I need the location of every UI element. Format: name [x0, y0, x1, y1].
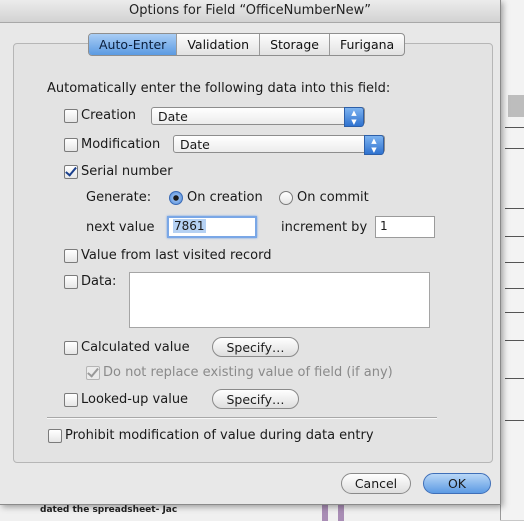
prohibit-modification-label: Prohibit modification of value during da… [65, 428, 374, 443]
tab-storage[interactable]: Storage [260, 34, 330, 55]
serial-number-label: Serial number [81, 164, 173, 179]
next-value-input[interactable]: 7861 [167, 216, 257, 238]
modification-checkbox[interactable] [64, 138, 78, 152]
creation-checkbox[interactable] [64, 109, 78, 123]
serial-number-checkbox[interactable] [64, 165, 78, 179]
increment-label: increment by [281, 220, 368, 235]
background-header-cell [508, 95, 524, 117]
on-commit-radio[interactable] [279, 191, 293, 205]
generate-label: Generate: [86, 190, 152, 205]
next-value-label: next value [86, 220, 155, 235]
data-checkbox[interactable] [64, 275, 78, 289]
select-arrows-icon: ▲ ▼ [344, 107, 364, 127]
window-title: Options for Field “OfficeNumberNew” [0, 0, 500, 23]
modification-select[interactable]: Date ▲ ▼ [173, 135, 385, 155]
looked-up-value-label: Looked-up value [81, 392, 189, 407]
cancel-button[interactable]: Cancel [341, 473, 411, 494]
do-not-replace-checkbox[interactable] [86, 366, 100, 380]
do-not-replace-label: Do not replace existing value of field (… [103, 365, 393, 380]
data-label: Data: [81, 274, 117, 289]
looked-up-value-checkbox[interactable] [64, 393, 78, 407]
tab-bar: Auto-Enter Validation Storage Furigana [88, 33, 406, 56]
field-options-dialog: Options for Field “OfficeNumberNew” Auto… [0, 0, 501, 505]
background-spreadsheet [500, 0, 524, 520]
ok-button[interactable]: OK [423, 473, 491, 494]
on-creation-radio[interactable] [169, 191, 183, 205]
modification-select-value: Date [180, 137, 210, 152]
next-value-text: 7861 [173, 219, 206, 233]
creation-label: Creation [81, 108, 137, 123]
increment-input[interactable]: 1 [375, 216, 435, 238]
calculated-value-label: Calculated value [81, 340, 190, 355]
last-visited-label: Value from last visited record [81, 248, 272, 263]
tab-validation[interactable]: Validation [177, 34, 261, 55]
data-textarea[interactable] [129, 272, 430, 328]
tab-furigana[interactable]: Furigana [330, 34, 404, 55]
on-creation-label: On creation [187, 190, 263, 205]
select-arrows-icon: ▲ ▼ [364, 135, 384, 155]
section-divider [47, 417, 437, 419]
looked-up-specify-button[interactable]: Specify… [212, 389, 299, 409]
increment-text: 1 [380, 219, 388, 233]
modification-label: Modification [81, 137, 161, 152]
calculated-value-checkbox[interactable] [64, 341, 78, 355]
last-visited-checkbox[interactable] [64, 249, 78, 263]
tab-auto-enter[interactable]: Auto-Enter [89, 34, 178, 55]
prohibit-modification-checkbox[interactable] [48, 429, 62, 443]
calculated-specify-button[interactable]: Specify… [212, 337, 299, 357]
creation-select-value: Date [158, 109, 188, 124]
on-commit-label: On commit [297, 190, 369, 205]
background-bottom-text: dated the spreadsheet- Jac [40, 505, 178, 515]
creation-select[interactable]: Date ▲ ▼ [151, 107, 365, 127]
intro-text: Automatically enter the following data i… [47, 81, 391, 96]
